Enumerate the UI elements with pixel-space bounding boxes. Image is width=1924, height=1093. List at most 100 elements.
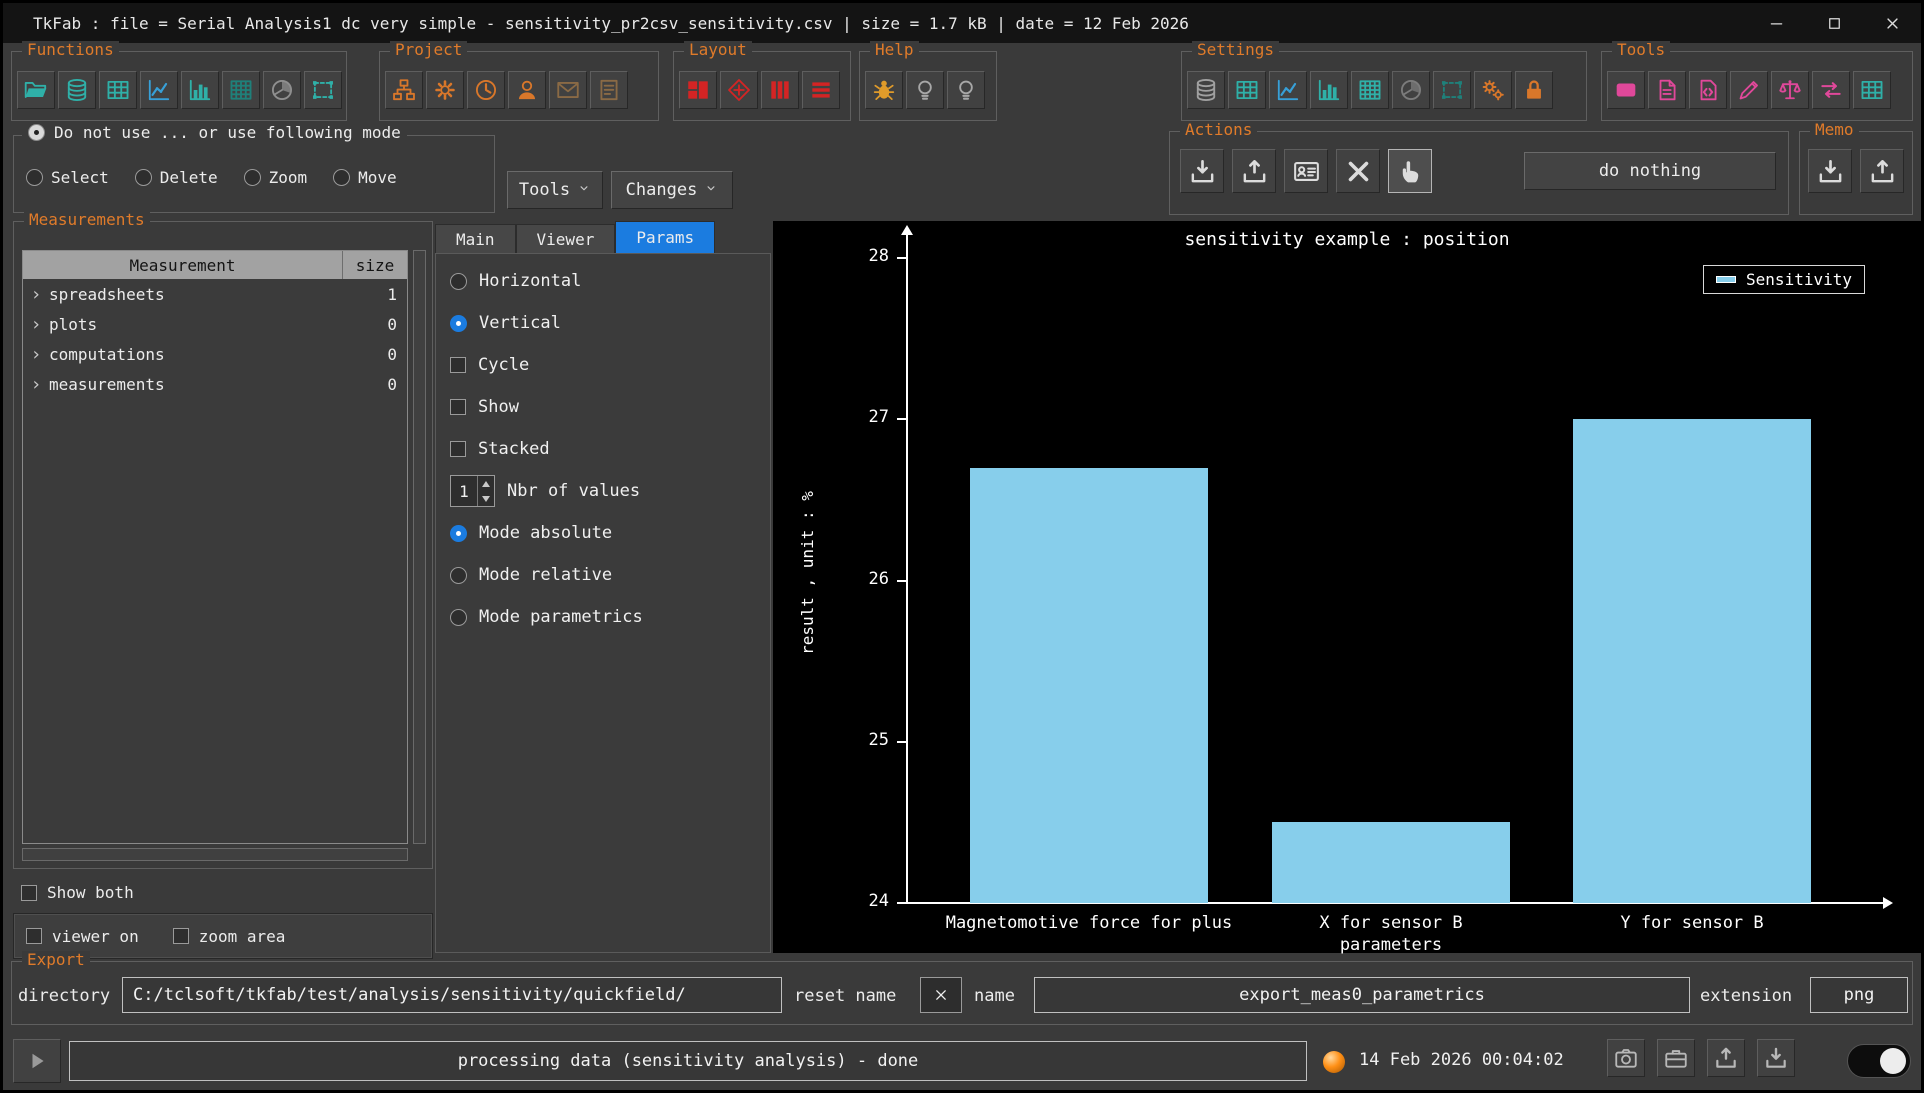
export-tray-icon[interactable] [1707,1039,1745,1077]
extension-input[interactable] [1810,977,1908,1013]
option-stacked[interactable]: Stacked [450,428,770,470]
changes-dropdown-button[interactable]: Changes [611,171,733,209]
minimize-button[interactable] [1747,3,1805,43]
lock-icon[interactable] [1515,71,1553,109]
column-header-measurement[interactable]: Measurement [23,251,343,279]
note-icon[interactable] [590,71,628,109]
clock-icon[interactable] [467,71,505,109]
scales-icon[interactable] [1771,71,1809,109]
checkbox-indicator [450,399,466,415]
option-mode-parametrics[interactable]: Mode parametrics [450,596,770,638]
option-vertical[interactable]: Vertical [450,302,770,344]
bulb-icon[interactable] [906,71,944,109]
spin-down-icon[interactable] [482,496,490,502]
option-nbr-of-values: 1 Nbr of values [450,470,770,512]
line-chart-icon[interactable] [140,71,178,109]
selection-icon[interactable] [1433,71,1471,109]
mode-primary-radio[interactable]: Do not use ... or use following mode [22,123,407,142]
expand-chevron-icon[interactable] [23,314,49,335]
directory-input[interactable] [122,977,782,1013]
reset-name-button[interactable] [920,977,962,1013]
maximize-button[interactable] [1805,3,1863,43]
export-tray-icon[interactable] [1860,149,1904,193]
export-tray-icon[interactable] [1232,149,1276,193]
import-tray-icon[interactable] [1180,149,1224,193]
measurements-hscrollbar[interactable] [22,848,408,861]
document-icon[interactable] [1648,71,1686,109]
option-horizontal[interactable]: Horizontal [450,260,770,302]
rounded-rect-icon[interactable] [1607,71,1645,109]
expand-chevron-icon[interactable] [23,284,49,305]
pie-chart-icon[interactable] [1392,71,1430,109]
nbr-of-values-spinbox[interactable]: 1 [450,475,495,507]
menu-icon[interactable] [802,71,840,109]
bar-chart-icon[interactable] [1310,71,1348,109]
gear-icon[interactable] [426,71,464,109]
tree-row-spreadsheets[interactable]: spreadsheets 1 [23,279,407,309]
table-icon[interactable] [1228,71,1266,109]
do-nothing-button[interactable]: do nothing [1524,152,1776,190]
option-mode-absolute[interactable]: Mode absolute [450,512,770,554]
import-tray-icon[interactable] [1808,149,1852,193]
columns-icon[interactable] [761,71,799,109]
mode-radio-select[interactable]: Select [26,168,109,187]
chevron-down-icon [577,180,591,200]
bulb-icon[interactable] [947,71,985,109]
expand-chevron-icon[interactable] [23,344,49,365]
code-document-icon[interactable] [1689,71,1727,109]
viewer-on-checkbox[interactable]: viewer on [26,927,139,946]
option-mode-relative[interactable]: Mode relative [450,554,770,596]
line-chart-icon[interactable] [1269,71,1307,109]
expand-chevron-icon[interactable] [23,374,49,395]
bug-icon[interactable] [865,71,903,109]
tree-row-computations[interactable]: computations 0 [23,339,407,369]
option-cycle[interactable]: Cycle [450,344,770,386]
database-icon[interactable] [58,71,96,109]
open-folder-icon[interactable] [17,71,55,109]
status-toggle[interactable] [1847,1044,1911,1078]
hand-pointer-icon[interactable] [1388,149,1432,193]
tree-row-plots[interactable]: plots 0 [23,309,407,339]
pie-chart-icon[interactable] [263,71,301,109]
tab-main[interactable]: Main [435,224,516,253]
run-button[interactable] [13,1039,61,1083]
swap-arrows-icon[interactable] [1812,71,1850,109]
close-button[interactable] [1863,3,1921,43]
zoom-area-checkbox[interactable]: zoom area [173,927,286,946]
tree-icon[interactable] [385,71,423,109]
id-card-icon[interactable] [1284,149,1328,193]
tree-row-measurements[interactable]: measurements 0 [23,369,407,399]
database-icon[interactable] [1187,71,1225,109]
grid-icon[interactable] [222,71,260,109]
camera-icon[interactable] [1607,1039,1645,1077]
show-both-checkbox[interactable]: Show both [21,883,134,902]
mode-group: Do not use ... or use following mode Sel… [13,135,495,213]
bar-1 [1272,822,1510,903]
cross-arrows-icon[interactable] [1336,149,1380,193]
measurements-vscrollbar[interactable] [413,250,426,844]
export-name-input[interactable] [1034,977,1690,1013]
y-tick-label: 24 [825,891,889,911]
mode-radio-delete[interactable]: Delete [135,168,218,187]
tools-dropdown-button[interactable]: Tools [507,171,603,209]
user-icon[interactable] [508,71,546,109]
bar-chart-icon[interactable] [181,71,219,109]
option-show[interactable]: Show [450,386,770,428]
gears-icon[interactable] [1474,71,1512,109]
edit-icon[interactable] [1730,71,1768,109]
table-icon[interactable] [99,71,137,109]
envelope-icon[interactable] [549,71,587,109]
target-icon[interactable] [720,71,758,109]
mode-radio-zoom[interactable]: Zoom [244,168,308,187]
tab-viewer[interactable]: Viewer [516,224,616,253]
column-header-size[interactable]: size [343,251,407,279]
tab-params[interactable]: Params [615,221,715,253]
import-tray-icon[interactable] [1757,1039,1795,1077]
briefcase-icon[interactable] [1657,1039,1695,1077]
layout-icon[interactable] [679,71,717,109]
selection-icon[interactable] [304,71,342,109]
mode-radio-move[interactable]: Move [333,168,397,187]
table-icon[interactable] [1853,71,1891,109]
grid-icon[interactable] [1351,71,1389,109]
spin-up-icon[interactable] [482,481,490,487]
